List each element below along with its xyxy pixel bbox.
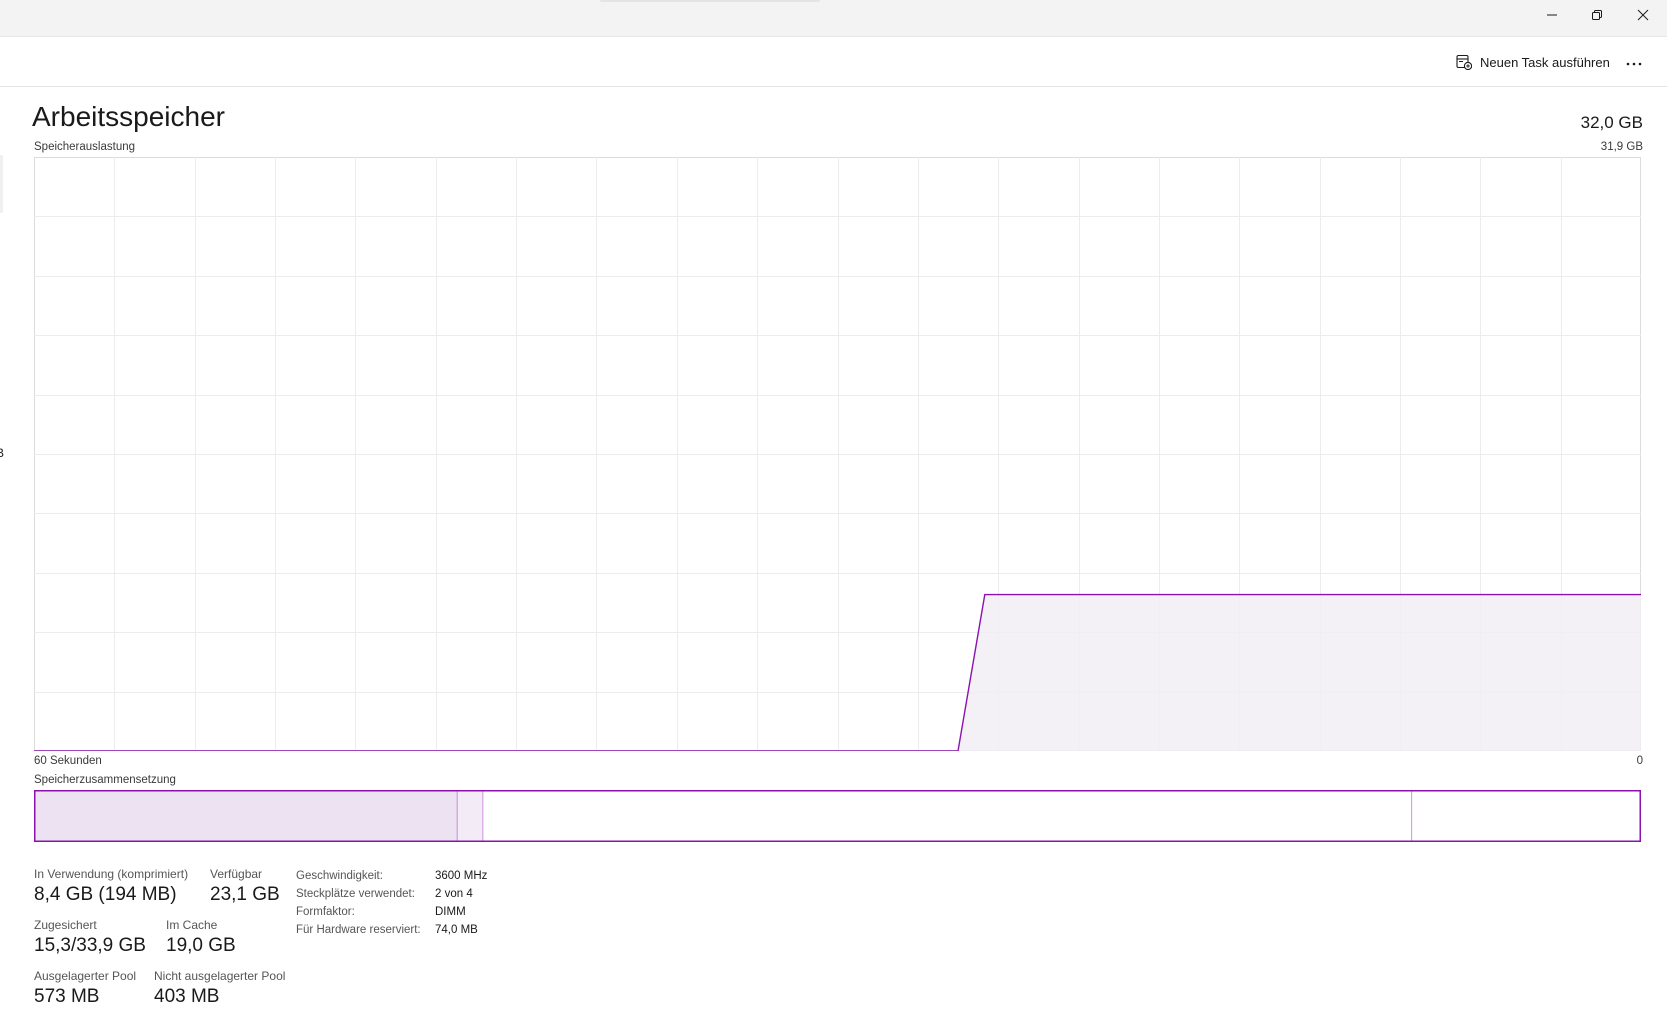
stat-available-label: Verfügbar (210, 867, 263, 881)
property-value: DIMM (435, 906, 466, 918)
more-options-button[interactable] (1622, 53, 1646, 71)
property-key: Steckplätze verwendet: (296, 888, 415, 900)
memory-usage-label: Speicherauslastung (34, 141, 136, 153)
hardware-properties: Geschwindigkeit: 3600 MHz Steckplätze ve… (296, 867, 487, 939)
stat-paged-pool: Ausgelagerter Pool 573 MB (34, 969, 136, 1008)
chart-axis-right-label: 0 (1636, 755, 1643, 767)
stat-in-use: In Verwendung (komprimiert) 8,4 GB (194 … (34, 867, 188, 906)
memory-usage-max: 31,9 GB (1600, 141, 1643, 153)
title-bar-drag-region (600, 0, 820, 2)
composition-segment (34, 790, 457, 842)
page-title: Arbeitsspeicher (32, 101, 225, 132)
property-key: Geschwindigkeit: (296, 870, 383, 882)
stat-in-use-label: In Verwendung (komprimiert) (34, 867, 189, 881)
close-button[interactable] (1620, 0, 1666, 30)
stat-committed-value: 15,3/33,9 GB (34, 935, 146, 956)
run-new-task-label: Neuen Task ausführen (1480, 54, 1610, 70)
stat-available-value: 23,1 GB (210, 884, 280, 905)
memory-composition-label: Speicherzusammensetzung (34, 774, 176, 786)
restore-icon (1591, 9, 1603, 21)
sidebar-selection-indicator (0, 155, 3, 213)
stat-committed-label: Zugesichert (34, 918, 97, 932)
stat-nonpaged-pool-value: 403 MB (154, 986, 220, 1007)
command-bar: Neuen Task ausführen (0, 37, 1667, 87)
property-key: Formfaktor: (296, 906, 355, 918)
property-value: 74,0 MB (435, 924, 478, 936)
run-new-task-button[interactable]: Neuen Task ausführen (1456, 50, 1610, 74)
property-row: Formfaktor: DIMM (296, 903, 487, 921)
property-value: 3600 MHz (435, 870, 488, 882)
stat-committed: Zugesichert 15,3/33,9 GB (34, 918, 146, 957)
property-row: Steckplätze verwendet: 2 von 4 (296, 885, 487, 903)
property-row: Geschwindigkeit: 3600 MHz (296, 867, 487, 885)
property-key: Für Hardware reserviert: (296, 924, 421, 936)
stat-paged-pool-label: Ausgelagerter Pool (34, 969, 137, 983)
title-bar[interactable] (0, 0, 1667, 37)
composition-segment (1411, 790, 1641, 842)
memory-usage-chart (34, 157, 1641, 751)
stat-nonpaged-pool-label: Nicht ausgelagerter Pool (154, 969, 286, 983)
memory-composition-bar (34, 790, 1641, 842)
restore-button[interactable] (1574, 0, 1620, 30)
minimize-icon (1546, 9, 1558, 21)
property-value: 2 von 4 (435, 888, 473, 900)
composition-segment (482, 790, 1412, 842)
stat-paged-pool-value: 573 MB (34, 986, 100, 1007)
close-icon (1637, 9, 1649, 21)
sidebar-clipped: ▪ ) ) B (0, 87, 6, 1031)
composition-segment (456, 790, 483, 842)
stat-nonpaged-pool: Nicht ausgelagerter Pool 403 MB (154, 969, 285, 1008)
more-options-icon (1626, 53, 1642, 71)
minimize-button[interactable] (1529, 0, 1575, 30)
stat-cached-label: Im Cache (166, 918, 218, 932)
property-row: Für Hardware reserviert: 74,0 MB (296, 921, 487, 939)
stat-available: Verfügbar 23,1 GB (210, 867, 280, 906)
total-memory: 32,0 GB (1580, 113, 1643, 132)
chart-axis-left-label: 60 Sekunden (34, 755, 102, 767)
sidebar-fragment: B (0, 446, 5, 460)
stat-cached-value: 19,0 GB (166, 935, 236, 956)
run-task-icon (1456, 54, 1472, 70)
stat-cached: Im Cache 19,0 GB (166, 918, 236, 957)
stat-in-use-value: 8,4 GB (194 MB) (34, 884, 177, 905)
